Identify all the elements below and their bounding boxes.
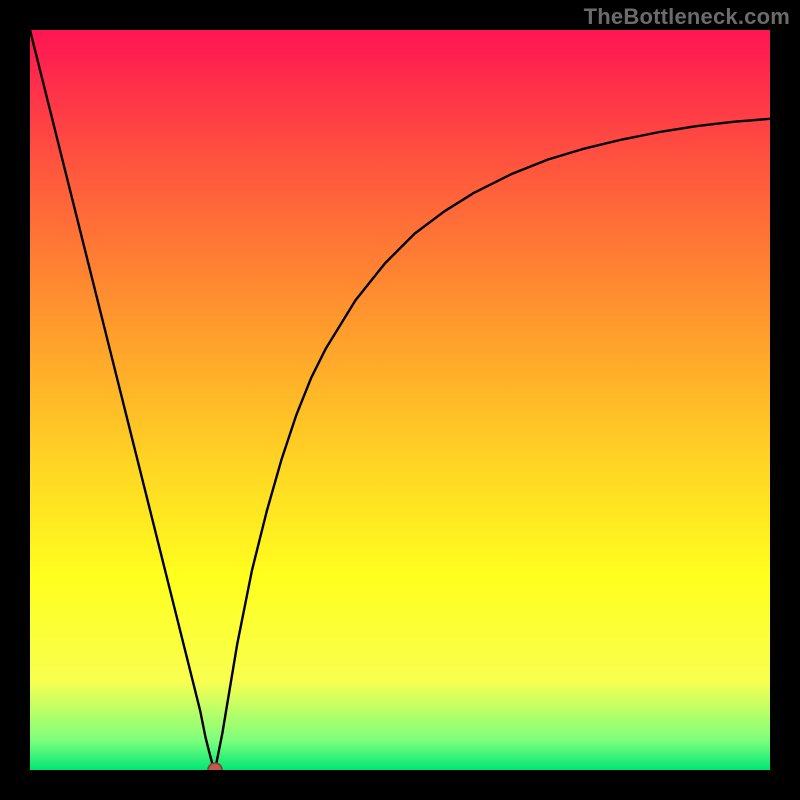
watermark-text: TheBottleneck.com <box>584 4 790 30</box>
chart-frame: TheBottleneck.com <box>0 0 800 800</box>
plot-area <box>30 30 770 770</box>
plot-svg <box>30 30 770 770</box>
gradient-background <box>30 30 770 770</box>
minimum-point-dot <box>208 763 222 770</box>
